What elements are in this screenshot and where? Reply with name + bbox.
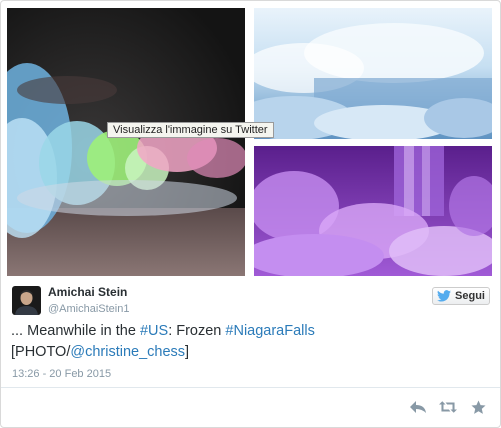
tweet-photo-open: [PHOTO/ [11, 344, 71, 360]
user-avatar[interactable] [12, 286, 41, 315]
hashtag-niagarafalls-link[interactable]: #NiagaraFalls [225, 323, 314, 339]
author-name[interactable]: Amichai Stein [48, 285, 127, 299]
photo-frozen-falls-daylight[interactable] [254, 8, 492, 139]
mention-christine-chess-link[interactable]: @christine_chess [70, 344, 185, 360]
tweet-text-prefix: ... Meanwhile in the [11, 323, 140, 339]
twitter-bird-icon [437, 290, 452, 302]
favorite-star-icon[interactable] [469, 399, 487, 415]
photo-frozen-falls-purple[interactable] [254, 146, 492, 276]
tweet-text-middle: : Frozen [168, 323, 226, 339]
reply-icon[interactable] [409, 399, 427, 415]
media-tooltip: Visualizza l'immagine su Twitter [107, 122, 274, 138]
embedded-tweet-card: Visualizza l'immagine su Twitter Amichai… [0, 0, 501, 428]
author-handle[interactable]: @AmichaiStein1 [48, 303, 129, 315]
footer-divider [1, 387, 500, 388]
tweet-actions [409, 399, 487, 415]
tweet-photo-close: ] [185, 344, 190, 360]
follow-button[interactable]: Segui [432, 287, 490, 305]
hashtag-us-link[interactable]: #US [140, 323, 168, 339]
tweet-text: ... Meanwhile in the #US: Frozen #Niagar… [11, 321, 491, 363]
photo-frozen-falls-colored-lights[interactable] [7, 8, 245, 276]
follow-label: Segui [455, 290, 485, 302]
tweet-media-grid: Visualizza l'immagine su Twitter [7, 8, 492, 276]
retweet-icon[interactable] [439, 399, 457, 415]
tweet-timestamp[interactable]: 13:26 - 20 Feb 2015 [12, 368, 111, 380]
